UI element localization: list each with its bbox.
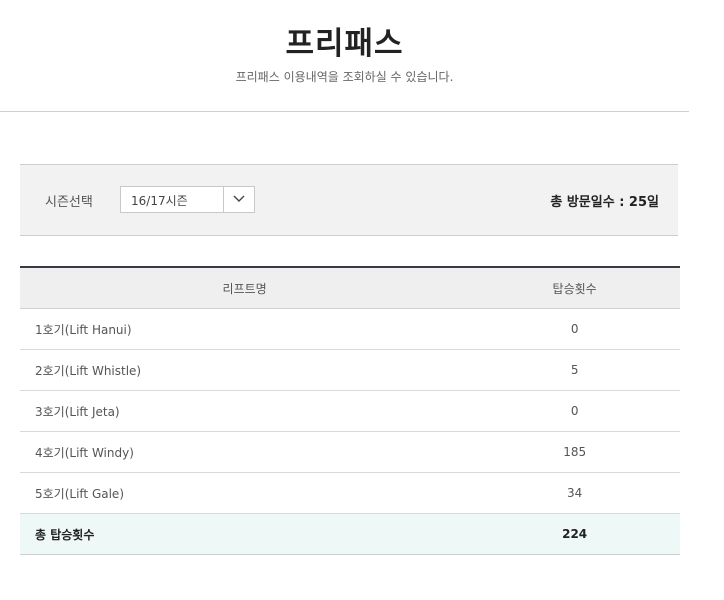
season-select-value: 16/17시즌 xyxy=(131,194,188,208)
table-row: 4호기(Lift Windy) 185 xyxy=(20,431,680,473)
chevron-down-icon xyxy=(233,195,245,202)
column-header-ride-count: 탑승횟수 xyxy=(469,267,680,309)
ride-count-cell: 0 xyxy=(469,308,680,350)
page-title: 프리패스 xyxy=(285,26,404,62)
table-row: 2호기(Lift Whistle) 5 xyxy=(20,349,680,391)
table-header-row: 리프트명 탑승횟수 xyxy=(20,267,680,309)
total-label-cell: 총 탑승횟수 xyxy=(20,513,470,555)
season-select[interactable]: 16/17시즌 xyxy=(120,186,255,213)
season-filter-bar: 시즌선택 16/17시즌 총 방문일수 : 25일 xyxy=(20,164,678,236)
column-header-lift-name: 리프트명 xyxy=(20,267,470,309)
lift-name-cell: 2호기(Lift Whistle) xyxy=(20,349,470,391)
select-arrow-button[interactable] xyxy=(223,187,254,212)
lift-usage-table: 리프트명 탑승횟수 1호기(Lift Hanui) 0 2호기(Lift Whi… xyxy=(20,266,680,555)
lift-name-cell: 5호기(Lift Gale) xyxy=(20,472,470,514)
table-row: 3호기(Lift Jeta) 0 xyxy=(20,390,680,432)
total-visit-days: 총 방문일수 : 25일 xyxy=(550,195,659,210)
page-header: 프리패스 프리패스 이용내역을 조회하실 수 있습니다. xyxy=(0,0,689,112)
ride-count-cell: 0 xyxy=(469,390,680,432)
total-count-cell: 224 xyxy=(469,513,680,555)
ride-count-cell: 34 xyxy=(469,472,680,514)
lift-name-cell: 3호기(Lift Jeta) xyxy=(20,390,470,432)
table-row: 5호기(Lift Gale) 34 xyxy=(20,472,680,514)
season-label: 시즌선택 xyxy=(45,195,93,210)
table-row: 1호기(Lift Hanui) 0 xyxy=(20,308,680,350)
lift-name-cell: 4호기(Lift Windy) xyxy=(20,431,470,473)
page-subtitle: 프리패스 이용내역을 조회하실 수 있습니다. xyxy=(235,70,454,84)
lift-name-cell: 1호기(Lift Hanui) xyxy=(20,308,470,350)
ride-count-cell: 5 xyxy=(469,349,680,391)
ride-count-cell: 185 xyxy=(469,431,680,473)
total-row: 총 탑승횟수 224 xyxy=(20,513,680,555)
